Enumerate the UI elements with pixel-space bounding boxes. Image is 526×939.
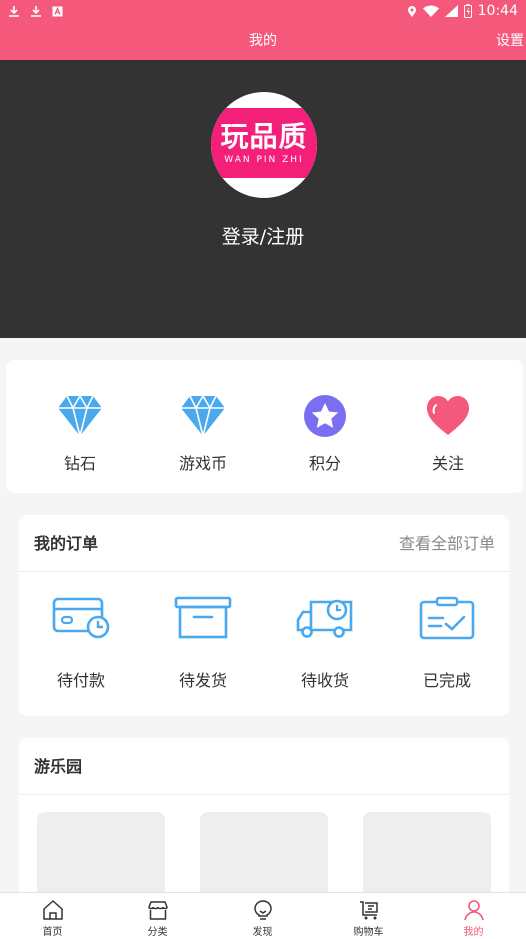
- brand-logo-text: 玩品质: [220, 120, 308, 153]
- login-register-link[interactable]: 登录/注册: [0, 222, 526, 249]
- brand-logo: 玩品质 WAN PIN ZHI: [211, 108, 317, 178]
- diamond-icon: [153, 392, 253, 440]
- quick-action-diamond[interactable]: 钻石: [30, 392, 130, 474]
- person-icon: [421, 893, 526, 921]
- quick-actions-card: 钻石 游戏币 积分 关注: [6, 360, 523, 493]
- playground-title: 游乐园: [34, 757, 83, 776]
- tab-category[interactable]: 分类: [105, 893, 210, 939]
- home-icon: [0, 893, 105, 921]
- tab-label: 分类: [147, 927, 168, 938]
- order-status-to-ship[interactable]: 待发货: [153, 595, 253, 691]
- order-status-pending-payment[interactable]: 待付款: [31, 595, 131, 691]
- clipboard-check-icon: [397, 595, 497, 641]
- truck-clock-icon: [275, 595, 375, 641]
- tab-label: 发现: [252, 927, 273, 938]
- quick-action-game-coins[interactable]: 游戏币: [153, 392, 253, 474]
- brand-logo-subtext: WAN PIN ZHI: [224, 155, 304, 165]
- location-icon: [407, 5, 417, 18]
- download-icon: [30, 5, 42, 18]
- a-letter-icon: [52, 6, 63, 17]
- status-bar: 10:44: [0, 0, 526, 22]
- battery-icon: [463, 4, 472, 18]
- box-icon: [153, 595, 253, 641]
- quick-action-follow[interactable]: 关注: [398, 392, 498, 474]
- order-status-label: 待收货: [300, 671, 349, 690]
- quick-action-points[interactable]: 积分: [275, 392, 375, 474]
- tab-cart[interactable]: 购物车: [316, 893, 421, 939]
- profile-header: 玩品质 WAN PIN ZHI 登录/注册: [0, 60, 526, 338]
- tab-discover[interactable]: 发现: [210, 893, 315, 939]
- view-all-orders-link[interactable]: 查看全部订单: [399, 515, 495, 572]
- star-badge-icon: [275, 392, 375, 440]
- order-status-label: 待发货: [178, 671, 227, 690]
- orders-title: 我的订单: [34, 534, 99, 553]
- tab-label: 购物车: [353, 927, 384, 938]
- quick-action-label: 钻石: [63, 454, 96, 473]
- order-status-completed[interactable]: 已完成: [397, 595, 497, 691]
- tab-label: 我的: [463, 927, 484, 938]
- settings-button[interactable]: 设置: [496, 22, 524, 60]
- quick-action-label: 关注: [431, 454, 464, 473]
- page-title: 我的: [249, 33, 277, 49]
- clock-time: 10:44: [477, 3, 518, 19]
- quick-action-label: 积分: [308, 454, 341, 473]
- cart-icon: [316, 893, 421, 921]
- wifi-icon: [422, 5, 439, 17]
- quick-action-label: 游戏币: [178, 454, 227, 473]
- signal-icon: [444, 5, 458, 17]
- store-icon: [105, 893, 210, 921]
- app-bar: 我的 设置: [0, 22, 526, 60]
- tab-home[interactable]: 首页: [0, 893, 105, 939]
- orders-header: 我的订单 查看全部订单: [19, 515, 509, 572]
- tab-label: 首页: [42, 927, 63, 938]
- tab-mine[interactable]: 我的: [421, 893, 526, 939]
- order-status-label: 已完成: [422, 671, 471, 690]
- order-status-to-receive[interactable]: 待收货: [275, 595, 375, 691]
- diamond-icon: [30, 392, 130, 440]
- card-clock-icon: [31, 595, 131, 641]
- lightbulb-icon: [210, 893, 315, 921]
- order-status-label: 待付款: [56, 671, 105, 690]
- download-icon: [8, 5, 20, 18]
- avatar[interactable]: 玩品质 WAN PIN ZHI: [211, 92, 317, 198]
- heart-icon: [398, 392, 498, 440]
- my-orders-card: 我的订单 查看全部订单 待付款 待发货 待收货 已完成: [19, 515, 509, 716]
- bottom-tab-bar: 首页 分类 发现 购物车 我的: [0, 892, 526, 939]
- playground-header: 游乐园: [19, 738, 509, 795]
